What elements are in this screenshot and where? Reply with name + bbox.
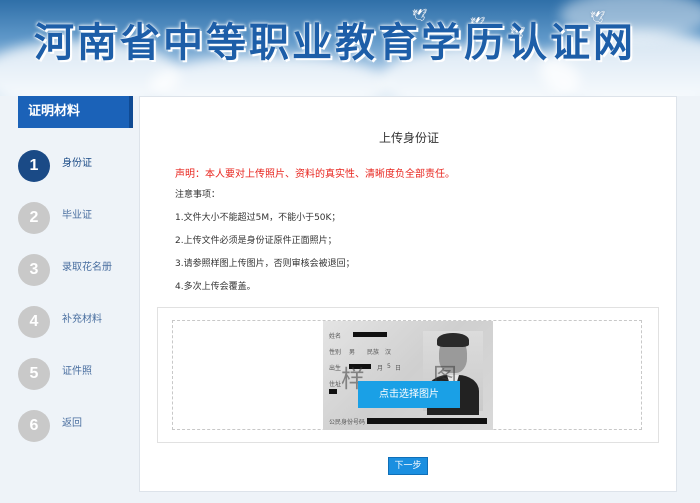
redaction-bar [329,389,337,394]
step-number: 5 [18,358,50,390]
step-id-photo[interactable]: 5 证件照 [18,358,138,394]
step-number: 2 [18,202,50,234]
redaction-bar [367,418,487,424]
next-step-button[interactable]: 下一步 [388,457,428,475]
id-birth-value: 5 [387,363,391,370]
notes-title: 注意事项： [175,190,221,200]
step-return[interactable]: 6 返回 [18,410,138,446]
step-diploma[interactable]: 2 毕业证 [18,202,138,238]
step-number: 3 [18,254,50,286]
id-field-gender: 性别 [329,349,342,356]
page-title: 上传身份证 [378,131,439,145]
notes-list: 注意事项： 1.文件大小不能超过5M，不能小于50K； 2.上传文件必须是身份证… [175,187,355,302]
step-supplementary[interactable]: 4 补充材料 [18,306,138,342]
step-label: 录取花名册 [62,262,112,273]
upload-dropzone[interactable]: 姓名 性别 男 民族 汉 出生 月 5 日 住址 公民身份号码 样 图 点击选择… [172,320,642,430]
id-birth-unit: 日 [395,365,402,372]
id-gender-value: 男 [349,349,356,356]
step-number: 4 [18,306,50,338]
site-title: 河南省中等职业教育学历认证网 [34,19,636,66]
note-item: 1.文件大小不能超过5M，不能小于50K； [175,213,341,223]
upload-box: 姓名 性别 男 民族 汉 出生 月 5 日 住址 公民身份号码 样 图 点击选择… [157,307,659,443]
choose-image-button[interactable]: 点击选择图片 [358,381,460,408]
note-item: 3.请参照样图上传图片，否则审核会被退回； [175,259,355,269]
upload-panel: 上传身份证 声明：本人要对上传照片、资料的真实性、清晰度负全部责任。 注意事项：… [139,96,677,492]
note-item: 4.多次上传会覆盖。 [175,282,256,292]
id-field-birth: 出生 [329,365,342,372]
id-field-ethnicity: 民族 [367,349,380,356]
step-label: 证件照 [62,366,92,377]
step-number: 6 [18,410,50,442]
site-banner: 🕊 🕊 🕊 🕊 河南省中等职业教育学历认证网 [0,0,700,96]
sample-id-card-image: 姓名 性别 男 民族 汉 出生 月 5 日 住址 公民身份号码 样 图 点击选择… [323,321,493,430]
id-field-address: 住址 [329,381,342,388]
redaction-bar [353,332,387,337]
note-item: 2.上传文件必须是身份证原件正面照片； [175,236,337,246]
step-id-card[interactable]: 1 身份证 [18,150,138,186]
id-ethnicity-value: 汉 [385,349,392,356]
id-birth-label: 月 [377,365,384,372]
step-number: 1 [18,150,50,182]
nav-header: 证明材料 [18,96,133,128]
declaration-text: 声明：本人要对上传照片、资料的真实性、清晰度负全部责任。 [175,169,455,180]
step-label: 返回 [62,418,82,429]
id-field-number: 公民身份号码 [329,419,366,426]
step-label: 补充材料 [62,314,102,325]
step-enrollment-roster[interactable]: 3 录取花名册 [18,254,138,290]
step-label: 毕业证 [62,210,92,221]
step-label: 身份证 [62,158,92,169]
id-field-name: 姓名 [329,333,342,340]
